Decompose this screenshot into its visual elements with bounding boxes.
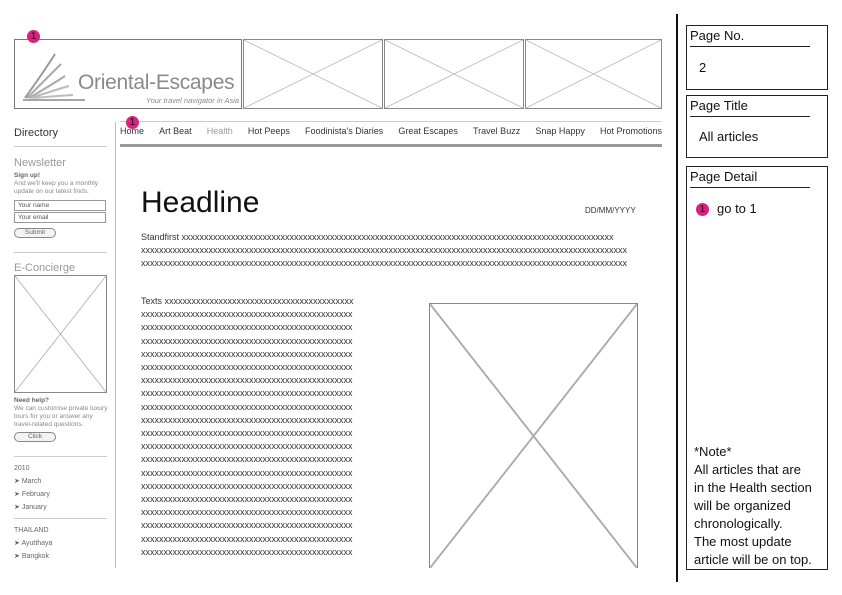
body-line: xxxxxxxxxxxxxxxxxxxxxxxxxxxxxxxxxxxxxxxx… xyxy=(141,414,353,425)
arrow-right-icon: ➤ xyxy=(14,553,22,560)
country-list: THAILAND ➤ Ayutthaya ➤ Bangkok xyxy=(14,524,52,563)
banner-image-2 xyxy=(384,39,524,109)
econcierge-help-desc: We can customise private luxury tours fo… xyxy=(14,405,108,428)
econcierge-help-title: Need help? xyxy=(14,397,50,404)
archive-rule xyxy=(14,518,107,519)
nav-great-escapes[interactable]: Great Escapes xyxy=(398,126,458,140)
banner-image-1 xyxy=(243,39,383,109)
detail-text: go to 1 xyxy=(717,201,757,216)
page-title-label: Page Title xyxy=(690,98,748,113)
page-title-value: All articles xyxy=(699,129,759,144)
newsletter-name-field[interactable]: Your name xyxy=(14,200,106,211)
nav-snap-happy[interactable]: Snap Happy xyxy=(535,126,585,140)
newsletter-heading: Newsletter xyxy=(14,157,66,169)
sidebar-divider xyxy=(115,122,116,568)
country-place-item[interactable]: ➤ Bangkok xyxy=(14,550,52,563)
body-line: xxxxxxxxxxxxxxxxxxxxxxxxxxxxxxxxxxxxxxxx… xyxy=(141,533,353,544)
note-line: chronologically. xyxy=(694,516,783,531)
body-line: xxxxxxxxxxxxxxxxxxxxxxxxxxxxxxxxxxxxxxxx… xyxy=(141,388,353,399)
newsletter-desc: And we'll keep you a monthly update on o… xyxy=(14,180,98,195)
note-line: will be organized xyxy=(694,498,791,513)
body-line: xxxxxxxxxxxxxxxxxxxxxxxxxxxxxxxxxxxxxxxx… xyxy=(141,494,353,505)
note-line: article will be on top. xyxy=(694,552,812,567)
body-line: xxxxxxxxxxxxxxxxxxxxxxxxxxxxxxxxxxxxxxxx… xyxy=(141,428,353,439)
body-line: xxxxxxxxxxxxxxxxxxxxxxxxxxxxxxxxxxxxxxxx… xyxy=(141,362,353,373)
econcierge-image xyxy=(14,275,107,393)
archive-month-item[interactable]: ➤ February xyxy=(14,488,50,501)
nav-health[interactable]: Health xyxy=(207,126,233,140)
newsletter-signup-title: Sign up! xyxy=(14,172,40,179)
archive-month-item[interactable]: ➤ March xyxy=(14,475,50,488)
body-line: xxxxxxxxxxxxxxxxxxxxxxxxxxxxxxxxxxxxxxxx… xyxy=(141,520,353,531)
body-line: xxxxxxxxxxxxxxxxxxxxxxxxxxxxxxxxxxxxxxxx… xyxy=(141,335,353,346)
page-no-rule xyxy=(690,46,810,47)
econcierge-click-button[interactable]: Click xyxy=(14,432,56,442)
econcierge-rule xyxy=(14,456,107,457)
econcierge-heading: E-Concierge xyxy=(14,262,76,274)
arrow-right-icon: ➤ xyxy=(14,491,22,498)
detail-marker: 1 xyxy=(696,203,709,216)
article-headline: Headline xyxy=(141,186,260,219)
article-date: DD/MM/YYYY xyxy=(585,206,636,215)
directory-heading[interactable]: Directory xyxy=(14,127,58,139)
banner-image-3 xyxy=(525,39,662,109)
body-line: xxxxxxxxxxxxxxxxxxxxxxxxxxxxxxxxxxxxxxxx… xyxy=(141,348,353,359)
page-no-label: Page No. xyxy=(690,28,745,43)
note-line: The most update xyxy=(694,534,792,549)
body-line: xxxxxxxxxxxxxxxxxxxxxxxxxxxxxxxxxxxxxxxx… xyxy=(141,507,353,518)
standfirst-line: Standfirst xxxxxxxxxxxxxxxxxxxxxxxxxxxxx… xyxy=(141,232,614,242)
nav-travel-buzz[interactable]: Travel Buzz xyxy=(473,126,520,140)
note-line: *Note* xyxy=(694,444,732,459)
body-line: xxxxxxxxxxxxxxxxxxxxxxxxxxxxxxxxxxxxxxxx… xyxy=(141,401,353,412)
page-no-panel: Page No. 2 xyxy=(686,25,828,90)
panel-note: *Note* All articles that are in the Heal… xyxy=(694,443,812,569)
note-line: All articles that are xyxy=(694,462,801,477)
nav-home[interactable]: Home xyxy=(120,126,144,140)
article-image xyxy=(429,303,638,568)
country-place-item[interactable]: ➤ Ayutthaya xyxy=(14,537,52,550)
standfirst-line: xxxxxxxxxxxxxxxxxxxxxxxxxxxxxxxxxxxxxxxx… xyxy=(141,245,627,256)
directory-rule xyxy=(14,146,107,147)
article-standfirst: Standfirst xxxxxxxxxxxxxxxxxxxxxxxxxxxxx… xyxy=(141,231,645,271)
newsletter-email-field[interactable]: Your email xyxy=(14,212,106,223)
nav-foodinistas-diaries[interactable]: Foodinista's Diaries xyxy=(305,126,383,140)
page-title-panel: Page Title All articles xyxy=(686,95,828,158)
page-detail-rule xyxy=(690,187,810,188)
standfirst-line: xxxxxxxxxxxxxxxxxxxxxxxxxxxxxxxxxxxxxxxx… xyxy=(141,258,627,269)
nav-bottom-bar xyxy=(120,144,662,147)
body-line: xxxxxxxxxxxxxxxxxxxxxxxxxxxxxxxxxxxxxxxx… xyxy=(141,467,353,478)
panel-divider xyxy=(676,14,678,582)
body-line: xxxxxxxxxxxxxxxxxxxxxxxxxxxxxxxxxxxxxxxx… xyxy=(141,322,353,333)
country-heading: THAILAND xyxy=(14,527,49,534)
arrow-right-icon: ➤ xyxy=(14,478,22,485)
newsletter-rule xyxy=(14,252,107,253)
nav-art-beat[interactable]: Art Beat xyxy=(159,126,192,140)
nav-top-rule xyxy=(120,121,662,122)
logo-link-marker: 1 xyxy=(27,30,40,43)
body-line: xxxxxxxxxxxxxxxxxxxxxxxxxxxxxxxxxxxxxxxx… xyxy=(141,441,353,452)
newsletter-signup: Sign up! And we'll keep you a monthly up… xyxy=(14,172,109,196)
nav-hot-promotions[interactable]: Hot Promotions xyxy=(600,126,662,140)
note-line: in the Health section xyxy=(694,480,812,495)
logo-name: Oriental-Escapes xyxy=(78,71,235,94)
article-body: Texts xxxxxxxxxxxxxxxxxxxxxxxxxxxxxxxxxx… xyxy=(141,295,408,566)
logo-tagline: Your travel navigator in Asia xyxy=(146,96,240,105)
page-detail-label: Page Detail xyxy=(690,169,758,184)
page-title-rule xyxy=(690,116,810,117)
archive-month-item[interactable]: ➤ January xyxy=(14,501,50,514)
page-no-value: 2 xyxy=(699,60,707,75)
econcierge-help: Need help? We can customise private luxu… xyxy=(14,397,110,429)
body-line: xxxxxxxxxxxxxxxxxxxxxxxxxxxxxxxxxxxxxxxx… xyxy=(141,454,353,465)
archive-list: 2010 ➤ March ➤ February ➤ January xyxy=(14,462,50,514)
nav-hot-peeps[interactable]: Hot Peeps xyxy=(248,126,290,140)
body-line: Texts xxxxxxxxxxxxxxxxxxxxxxxxxxxxxxxxxx… xyxy=(141,296,354,306)
archive-year: 2010 xyxy=(14,465,30,472)
body-line: xxxxxxxxxxxxxxxxxxxxxxxxxxxxxxxxxxxxxxxx… xyxy=(141,546,353,557)
newsletter-submit-button[interactable]: Submit xyxy=(14,228,56,238)
main-nav: Home Art Beat Health Hot Peeps Foodinist… xyxy=(120,126,662,140)
body-line: xxxxxxxxxxxxxxxxxxxxxxxxxxxxxxxxxxxxxxxx… xyxy=(141,375,353,386)
body-line: xxxxxxxxxxxxxxxxxxxxxxxxxxxxxxxxxxxxxxxx… xyxy=(141,309,353,320)
body-line: xxxxxxxxxxxxxxxxxxxxxxxxxxxxxxxxxxxxxxxx… xyxy=(141,480,353,491)
arrow-right-icon: ➤ xyxy=(14,504,22,511)
